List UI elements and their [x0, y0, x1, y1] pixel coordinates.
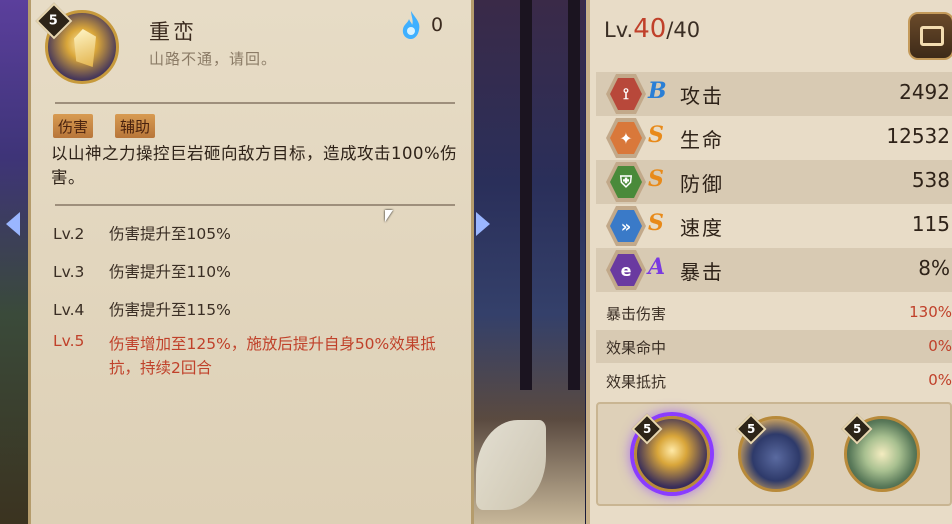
edit-button[interactable]	[908, 12, 952, 60]
upgrade-row: Lv.4 伤害提升至115%	[53, 298, 231, 320]
divider	[55, 102, 455, 104]
upgrade-text: 伤害增加至125%，施放后提升自身50%效果抵抗，持续2回合	[109, 335, 436, 377]
wooden-post	[568, 0, 580, 390]
upgrade-row-current: Lv.5 伤害增加至125%，施放后提升自身50%效果抵抗，持续2回合	[53, 332, 449, 380]
sub-stat-value: 130%	[909, 303, 952, 321]
fan-icon: ⟟	[606, 74, 646, 114]
sub-stat-name: 效果抵抗	[606, 373, 667, 391]
stat-name: 攻击	[680, 84, 724, 108]
upgrade-level: Lv.2	[53, 225, 85, 243]
stat-row-hp: ✦ S 生命 12532	[596, 116, 952, 160]
stat-grade: S	[648, 166, 664, 192]
skill-level-text: 5	[49, 13, 59, 29]
edit-icon	[920, 26, 944, 46]
mouse-cursor-icon	[385, 210, 393, 222]
scroll-crit-icon: e	[606, 250, 646, 290]
skill-slot-3[interactable]: 5	[841, 413, 920, 492]
wooden-post	[520, 0, 532, 390]
stat-row-attack: ⟟ B 攻击 2492	[596, 72, 952, 116]
onibi-cost-value: 0	[431, 14, 444, 36]
stat-name: 暴击	[680, 260, 724, 284]
stat-value: 2492	[899, 80, 950, 104]
skill-slot-level: 5	[642, 421, 652, 436]
upgrade-level: Lv.4	[53, 301, 85, 319]
rock-shape	[74, 29, 96, 67]
level-current: 40	[633, 14, 667, 44]
skill-name: 重峦	[149, 20, 197, 44]
skill-slot-1[interactable]: 5	[631, 413, 710, 492]
upgrade-level: Lv.5	[53, 332, 85, 350]
upgrade-level: Lv.3	[53, 263, 85, 281]
stat-row-speed: » S 速度 115	[596, 204, 952, 248]
upgrade-text: 伤害提升至110%	[109, 263, 231, 281]
tag-damage: 伤害	[53, 114, 94, 138]
skill-slot-tray: 5 5 5	[596, 402, 952, 506]
stat-row-defense: ⛨ S 防御 538	[596, 160, 952, 204]
upgrade-row: Lv.3 伤害提升至110%	[53, 260, 231, 282]
talisman-icon: ✦	[606, 118, 646, 158]
upgrade-text: 伤害提升至105%	[109, 225, 231, 243]
skill-detail-panel: 5 重峦 山路不通，请回。 0 伤害 辅助 以山神之力操控巨岩砸向敌方目标，造成…	[28, 0, 474, 524]
divider	[55, 204, 455, 206]
skill-slot-level: 5	[746, 421, 756, 436]
chevron-speed-icon: »	[606, 206, 646, 246]
sub-stat-name: 效果命中	[606, 339, 667, 357]
left-arrow-icon[interactable]	[6, 212, 20, 236]
shikigami-stat-panel: Lv.40/40 ⟟ B 攻击 2492 ✦ S 生命 12532 ⛨ S 防御…	[586, 0, 952, 524]
sub-stat-crit-damage: 暴击伤害 130%	[596, 296, 952, 329]
stat-name: 生命	[680, 128, 724, 152]
skill-icon-container: 5	[35, 2, 119, 84]
shikigami-level: Lv.40/40	[604, 14, 700, 44]
level-max: /40	[666, 18, 701, 42]
stat-value: 538	[911, 168, 950, 192]
helmet-icon: ⛨	[606, 162, 646, 202]
onibi-fire-icon	[402, 11, 420, 39]
stat-value: 12532	[886, 124, 950, 148]
tag-support: 辅助	[115, 114, 156, 138]
skill-slot-level: 5	[852, 421, 862, 436]
stat-name: 速度	[680, 216, 724, 240]
sub-stat-value: 0%	[928, 337, 952, 355]
stat-value: 115	[911, 212, 950, 236]
level-prefix: Lv.	[604, 18, 634, 42]
stat-grade: S	[648, 122, 664, 148]
skill-slot-2[interactable]: 5	[735, 413, 814, 492]
sub-stat-effect-resist: 效果抵抗 0%	[596, 364, 952, 397]
stat-grade: A	[648, 254, 666, 280]
sub-stat-effect-hit: 效果命中 0%	[596, 330, 952, 363]
upgrade-row: Lv.2 伤害提升至105%	[53, 222, 231, 244]
stat-row-crit: e A 暴击 8%	[596, 248, 952, 292]
skill-description: 以山神之力操控巨岩砸向敌方目标，造成攻击100%伤害。	[51, 144, 458, 187]
right-arrow-icon[interactable]	[476, 212, 490, 236]
stat-value: 8%	[918, 256, 950, 280]
sub-stat-name: 暴击伤害	[606, 305, 667, 323]
stat-grade: S	[648, 210, 664, 236]
skill-quote: 山路不通，请回。	[149, 50, 278, 68]
upgrade-text: 伤害提升至115%	[109, 301, 231, 319]
sub-stat-value: 0%	[928, 371, 952, 389]
stat-name: 防御	[680, 172, 724, 196]
stat-grade: B	[648, 78, 667, 104]
